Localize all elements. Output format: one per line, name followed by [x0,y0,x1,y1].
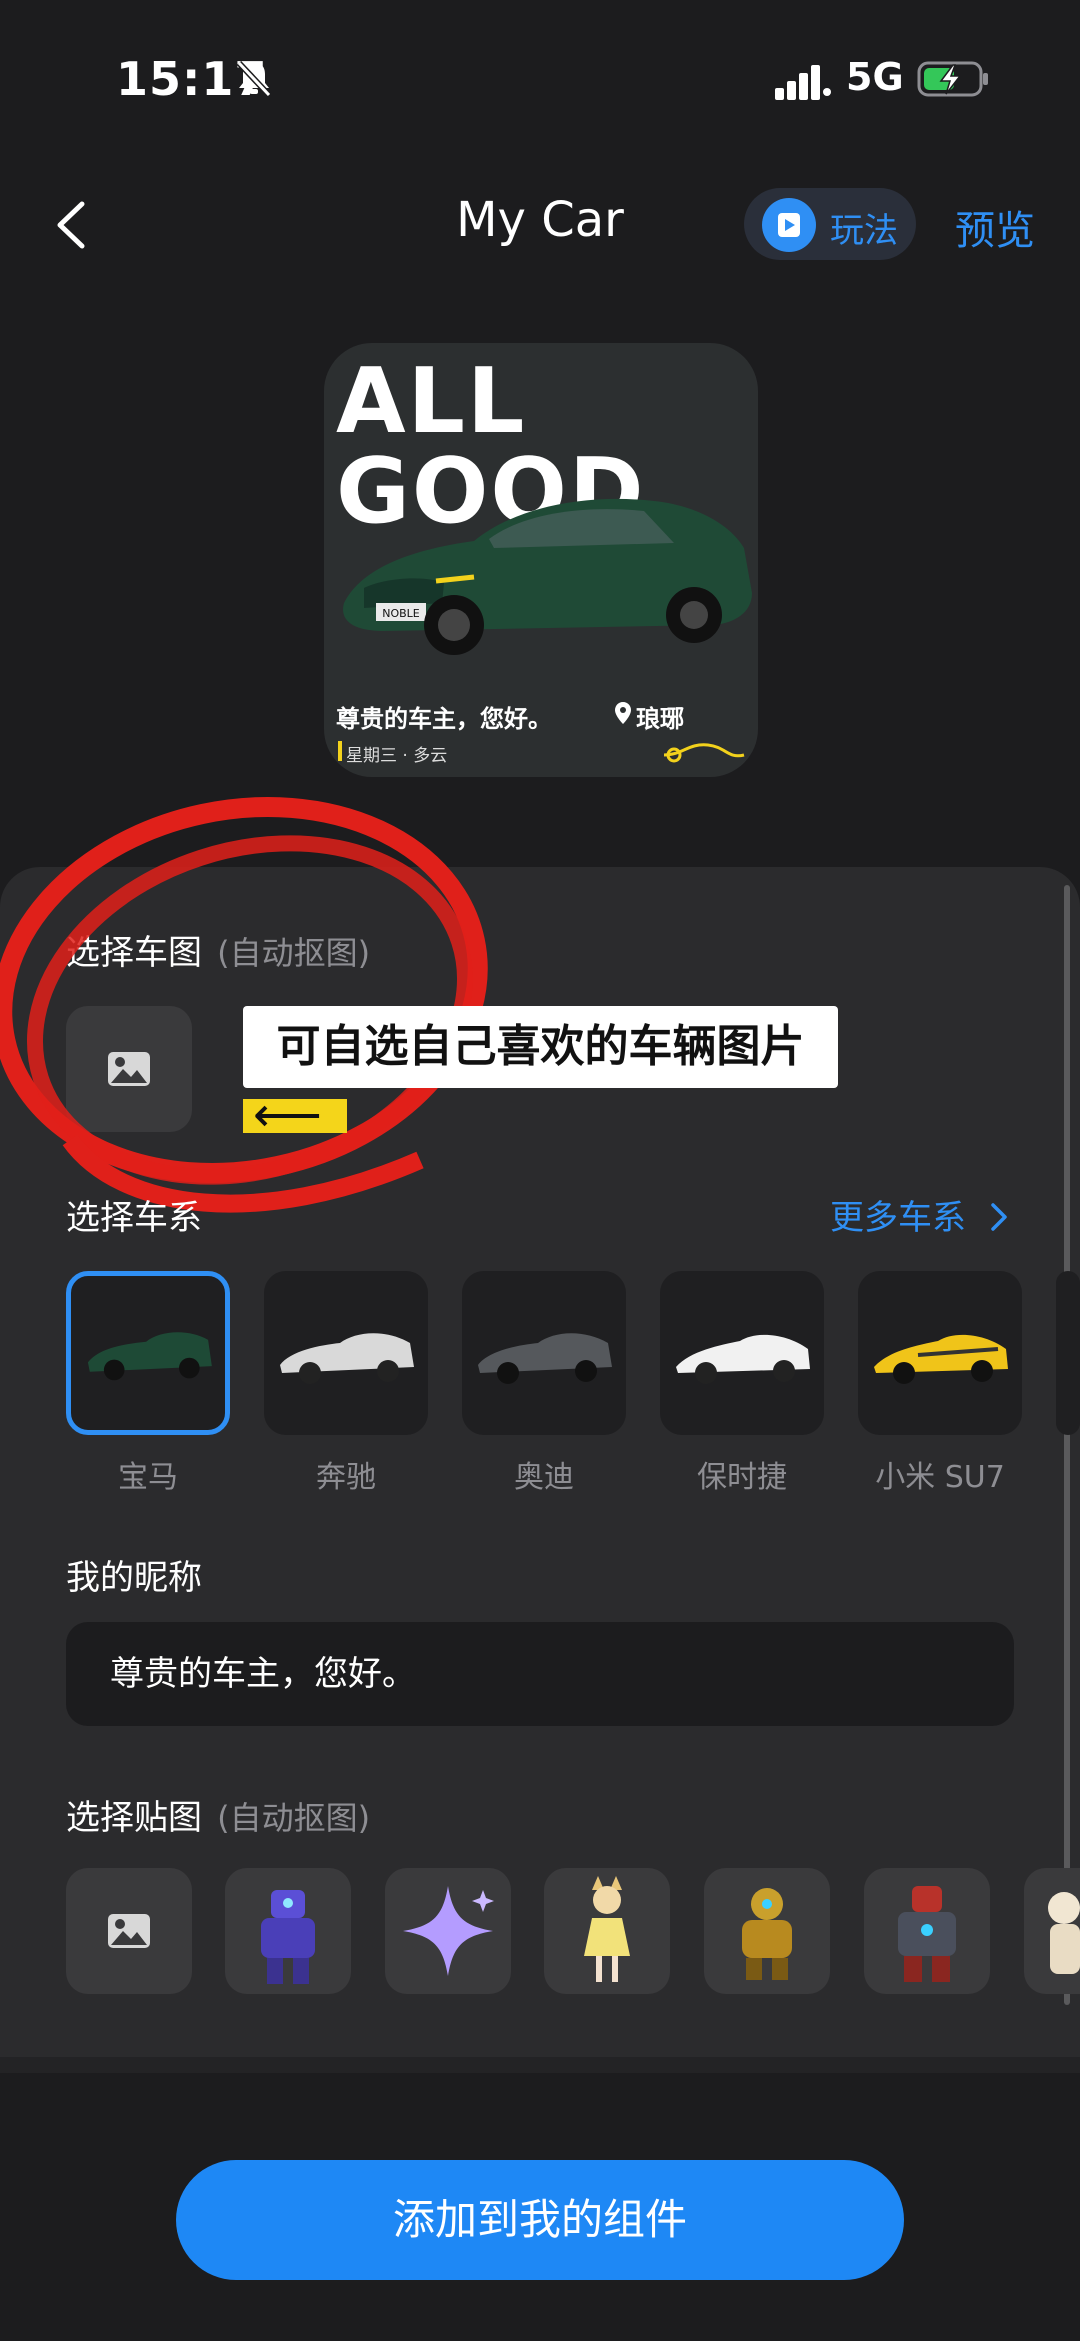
car-series-item-bmw[interactable] [66,1271,230,1435]
annotation-caption: 可自选自己喜欢的车辆图片 [243,1006,838,1088]
car-series-name: 宝马 [118,1460,178,1495]
nickname-input[interactable]: 尊贵的车主，您好。 [66,1622,1014,1726]
partial-sticker-icon [1048,1892,1080,1974]
red-mecha-sticker-icon [898,1886,956,1982]
guide-label: 玩法 [830,211,898,251]
sticker-partial[interactable] [1024,1868,1080,1994]
mecha-sticker-icon [261,1890,315,1984]
chevron-right-icon [991,1203,1007,1231]
widget-location: 琅琊 [636,705,684,733]
widget-greeting: 尊贵的车主，您好。 [336,705,552,733]
car-image: NOBLE [343,498,752,655]
stickers-heading: 选择贴图 (自动抠图) [66,1790,370,1839]
car-thumb-porsche [676,1334,810,1384]
catgirl-sticker-icon [584,1876,630,1982]
battery-charging-icon [917,61,988,97]
car-series-label: 选择车系 [66,1198,202,1238]
car-series-name: 奥迪 [514,1460,574,1495]
car-series-item-audi[interactable] [462,1271,626,1435]
network-type: 5G [846,55,904,99]
plate-text: NOBLE [382,607,420,620]
date-accent-bar [338,741,342,761]
sticker-mecha-red[interactable] [864,1868,990,1994]
arrow-glyph: ⟵ [253,1087,322,1143]
play-guide-icon [762,198,816,252]
car-thumb-audi [478,1333,612,1384]
upload-sticker-button[interactable] [66,1868,192,1994]
sparkle-icon [403,1886,494,1976]
page-title: My Car [456,192,624,248]
divider [0,2057,1080,2073]
sticker-mecha-purple[interactable] [225,1868,351,1994]
add-to-widgets-button[interactable]: 添加到我的组件 [176,2160,904,2280]
signal-icon [775,65,831,100]
car-series-name: 保时捷 [697,1460,787,1495]
car-series-item-benz[interactable] [264,1271,428,1435]
more-series-link[interactable]: 更多车系 [830,1190,1009,1239]
robot-sticker-icon [742,1888,792,1980]
bell-muted-icon [236,60,272,98]
track-icon [663,743,745,763]
annotation-arrow: ⟵ [243,1087,347,1143]
sticker-catgirl[interactable] [544,1868,670,1994]
car-thumb-su7 [874,1334,1008,1384]
sticker-robot-gold[interactable] [704,1868,830,1994]
stickers-label: 选择贴图 [66,1798,202,1838]
nickname-label: 我的昵称 [66,1558,202,1598]
location-pin-icon [615,702,631,724]
stickers-sub: (自动抠图) [217,1799,371,1837]
preview-button[interactable]: 预览 [955,198,1035,256]
car-series-item-su7[interactable] [858,1271,1022,1435]
car-thumb-benz [280,1333,414,1384]
car-series-item-partial[interactable] [1056,1271,1080,1435]
sticker-sparkle[interactable] [385,1868,511,1994]
image-icon [108,1914,150,1948]
widget-date-weather: 星期三 · 多云 [346,746,448,766]
car-series-name: 奔驰 [316,1460,376,1495]
more-series-label: 更多车系 [830,1198,966,1238]
car-series-item-porsche[interactable] [660,1271,824,1435]
car-thumb-bmw [87,1332,212,1381]
widget-preview: ALL GOOD NOBLE 尊贵的车主，您好。 琅琊 星期三 · 多云 [324,343,758,777]
car-series-name: 小米 SU7 [875,1460,1005,1495]
scrollbar[interactable] [1064,885,1070,2005]
